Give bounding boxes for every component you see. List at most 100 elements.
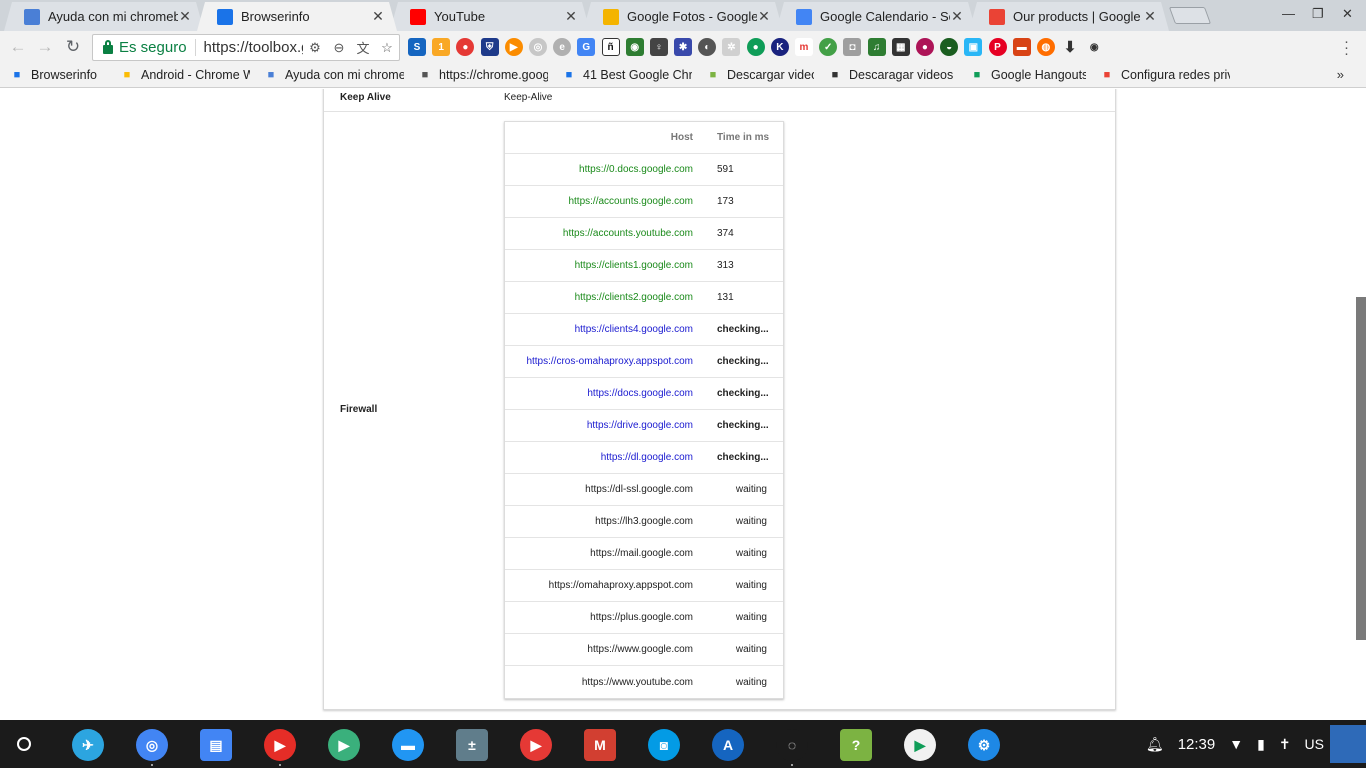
- youtube-icon[interactable]: ▶: [264, 729, 296, 761]
- shelf: ✈ ◎ ▤ ▶ ▶ ▬ ± ▶ M ◙ A ◌? ▶ ⚙ 🔔︎ 12:39 ▼ ▮ ✝ US: [0, 720, 1366, 768]
- help-forum-icon: ■: [267, 69, 275, 81]
- host-cell: https://dl-ssl.google.com: [585, 484, 693, 495]
- calculator-icon[interactable]: ±: [456, 729, 488, 761]
- extension-gear-icon[interactable]: ✲: [722, 38, 741, 56]
- extension-check-icon[interactable]: ✓: [819, 38, 838, 56]
- tab-close-icon[interactable]: ✕: [950, 8, 964, 25]
- extension-record-icon[interactable]: ●: [915, 38, 934, 56]
- extension-headphones-icon[interactable]: ♫: [867, 38, 886, 56]
- extension-compass-icon[interactable]: ◐: [698, 38, 717, 56]
- bookmark-item[interactable]: ■ Ayuda con mi chromebook: [264, 68, 404, 82]
- extension-s-icon[interactable]: S: [408, 38, 426, 56]
- settings-icon[interactable]: ⚙: [968, 729, 1000, 761]
- bookmark-item[interactable]: ■ https://chrome.google.com: [418, 68, 548, 82]
- arrow-updown-icon: ■: [565, 69, 573, 81]
- info-card: Keep Alive Keep-Alive Firewall Host Time…: [323, 89, 1116, 710]
- extension-color-icon[interactable]: ●: [456, 38, 475, 56]
- bookmark-item[interactable]: ■ Descargar videos: [706, 68, 814, 82]
- notification-bell-icon[interactable]: 🔔︎: [1146, 736, 1164, 753]
- ime-label[interactable]: US: [1305, 736, 1324, 752]
- extension-e-icon[interactable]: e: [553, 38, 572, 56]
- clock-icon: ■: [831, 69, 839, 81]
- extension-photos-icon[interactable]: ▣: [964, 38, 983, 56]
- extension-k-icon[interactable]: K: [770, 38, 789, 56]
- telegram-icon[interactable]: ✈: [72, 729, 104, 761]
- scrollbar-thumb[interactable]: [1356, 297, 1366, 640]
- minimize-icon[interactable]: —: [1282, 6, 1295, 21]
- tab-close-icon[interactable]: ✕: [371, 8, 385, 25]
- extension-camera-icon[interactable]: ◘: [843, 38, 862, 56]
- tab-4[interactable]: Google Calendario - Semana✕: [776, 2, 976, 31]
- firefox-icon[interactable]: ◍: [1036, 38, 1055, 56]
- host-cell: https://lh3.google.com: [595, 516, 693, 527]
- bookmark-item[interactable]: ■ Browserinfo: [10, 68, 106, 82]
- extension-notes-icon[interactable]: 1: [432, 38, 451, 56]
- tab-0[interactable]: Ayuda con mi chromebook✕: [4, 2, 204, 31]
- extension-translate-icon[interactable]: G: [577, 38, 596, 56]
- loading-icon[interactable]: ◌: [776, 729, 808, 761]
- extension-shield-icon[interactable]: ⛨: [480, 38, 499, 56]
- download-icon[interactable]: ⬇: [1061, 38, 1079, 56]
- accessibility-icon: ✝: [1278, 735, 1291, 752]
- extension-dot-icon[interactable]: ◉: [1085, 38, 1103, 56]
- youtube-player-icon[interactable]: ▶: [520, 729, 552, 761]
- bookmark-item[interactable]: ■ Google Hangouts: [970, 68, 1086, 82]
- bookmark-item[interactable]: ■ Android - Chrome Web Store: [120, 68, 250, 82]
- camera-icon[interactable]: ◙: [648, 729, 680, 761]
- bookmark-item[interactable]: ■ 41 Best Google Chrome: [562, 68, 692, 82]
- extension-puzzle-icon[interactable]: ✱: [674, 38, 693, 56]
- extension-pin-icon[interactable]: ●: [746, 38, 765, 56]
- tab-3[interactable]: Google Fotos - Google Drive✕: [583, 2, 783, 31]
- extension-film-icon[interactable]: ▦: [891, 38, 910, 56]
- tab-close-icon[interactable]: ✕: [178, 8, 192, 25]
- chrome-icon[interactable]: ◎: [136, 729, 168, 761]
- more-bookmarks-icon[interactable]: »: [1337, 67, 1344, 82]
- scrollbar[interactable]: [1356, 89, 1366, 720]
- google-docs-icon[interactable]: ▤: [200, 729, 232, 761]
- reload-button[interactable]: ↻: [62, 36, 84, 58]
- maximize-icon[interactable]: ❐: [1312, 6, 1324, 22]
- extension-green-icon[interactable]: ◉: [625, 38, 644, 56]
- back-button[interactable]: ←: [7, 36, 29, 58]
- files-icon[interactable]: ▬: [392, 729, 424, 761]
- extension-new-icon[interactable]: ◒: [940, 38, 959, 56]
- bookmark-item[interactable]: ■ Descaragar videos: [828, 68, 956, 82]
- extension-gray-icon[interactable]: ◎: [528, 38, 547, 56]
- zoom-icon[interactable]: ⊖: [327, 40, 351, 56]
- extension-m-icon[interactable]: m: [795, 38, 813, 56]
- time-cell: waiting: [735, 548, 767, 559]
- extension-box-icon[interactable]: ▬: [1012, 38, 1031, 56]
- tab-2[interactable]: YouTube ✕: [390, 2, 590, 31]
- extension-bulb-icon[interactable]: ♀: [649, 38, 668, 56]
- forward-button[interactable]: →: [34, 36, 56, 58]
- pinterest-icon[interactable]: P: [988, 38, 1007, 56]
- host-cell: https://www.youtube.com: [581, 676, 693, 688]
- bookmark-item[interactable]: ■ Configura redes privadas: [1100, 68, 1230, 82]
- star-icon[interactable]: ☆: [375, 40, 399, 56]
- tab-close-icon[interactable]: ✕: [564, 8, 578, 25]
- play-store-icon[interactable]: ▶: [904, 729, 936, 761]
- close-window-icon[interactable]: ✕: [1342, 6, 1353, 22]
- tab-1[interactable]: Browserinfo ✕: [197, 2, 397, 31]
- stylus-tools-icon[interactable]: [1330, 725, 1366, 763]
- tab-5[interactable]: Our products | Google ✕: [969, 2, 1169, 31]
- extension-n-icon[interactable]: ñ: [601, 38, 620, 56]
- tab-close-icon[interactable]: ✕: [757, 8, 771, 25]
- launcher-button[interactable]: [17, 737, 31, 751]
- extension-play-icon[interactable]: ▶: [504, 38, 523, 56]
- tab-close-icon[interactable]: ✕: [1143, 8, 1157, 25]
- gmail-icon[interactable]: M: [584, 729, 616, 761]
- url-text[interactable]: https://toolbox.googleapps.com/apps/brow…: [196, 39, 303, 56]
- translate-icon[interactable]: 文: [351, 38, 375, 57]
- browserinfo-t-icon: [217, 9, 233, 25]
- cookie-blocked-icon[interactable]: ⚙: [303, 40, 327, 56]
- host-cell: https://cros-omahaproxy.appspot.com: [526, 356, 693, 367]
- menu-icon[interactable]: · · ·: [1344, 34, 1349, 61]
- app-a-icon[interactable]: A: [712, 729, 744, 761]
- clock-text[interactable]: 12:39: [1178, 736, 1216, 753]
- omnibox[interactable]: Es seguro https://toolbox.googleapps.com…: [92, 34, 400, 61]
- time-cell: waiting: [735, 644, 767, 655]
- play-movies-icon[interactable]: ▶: [328, 729, 360, 761]
- new-tab-button[interactable]: [1168, 7, 1212, 24]
- question-app-icon[interactable]: ?: [840, 729, 872, 761]
